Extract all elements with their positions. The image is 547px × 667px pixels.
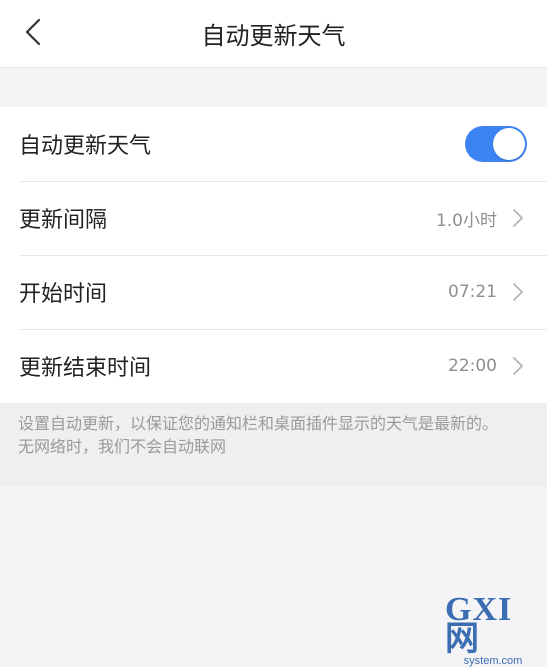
watermark-site-text: system.com [463, 655, 523, 667]
toggle-knob [493, 128, 525, 160]
end-time-value: 22:00 [448, 356, 497, 376]
auto-update-label: 自动更新天气 [19, 134, 152, 159]
start-time-row[interactable]: 开始时间 07:21 [0, 255, 547, 329]
watermark-logo-text: GXI网 [445, 591, 513, 658]
chevron-right-icon [511, 282, 525, 302]
chevron-right-icon [511, 208, 525, 228]
update-interval-label: 更新间隔 [19, 208, 108, 233]
back-button[interactable] [14, 13, 52, 51]
header-bar: 自动更新天气 [0, 0, 547, 68]
settings-list: 自动更新天气 更新间隔 1.0小时 开始时间 07:21 更新结束时间 22:0… [0, 107, 547, 403]
auto-update-row: 自动更新天气 [0, 107, 547, 181]
page-title: 自动更新天气 [201, 22, 346, 50]
start-time-value: 07:21 [448, 282, 497, 302]
start-time-label: 开始时间 [19, 282, 108, 307]
end-time-row[interactable]: 更新结束时间 22:00 [0, 329, 547, 403]
settings-description: 设置自动更新，以保证您的通知栏和桌面插件显示的天气是最新的。 无网络时，我们不会… [0, 403, 547, 486]
description-line-2: 无网络时，我们不会自动联网 [18, 437, 227, 456]
chevron-right-icon [511, 356, 525, 376]
update-interval-value: 1.0小时 [435, 210, 497, 231]
end-time-label: 更新结束时间 [19, 356, 152, 381]
chevron-left-icon [25, 18, 41, 46]
description-line-1: 设置自动更新，以保证您的通知栏和桌面插件显示的天气是最新的。 [18, 414, 499, 433]
update-interval-row[interactable]: 更新间隔 1.0小时 [0, 181, 547, 255]
watermark-logo: GXI网 system.com [445, 593, 541, 667]
auto-update-toggle[interactable] [465, 126, 527, 162]
